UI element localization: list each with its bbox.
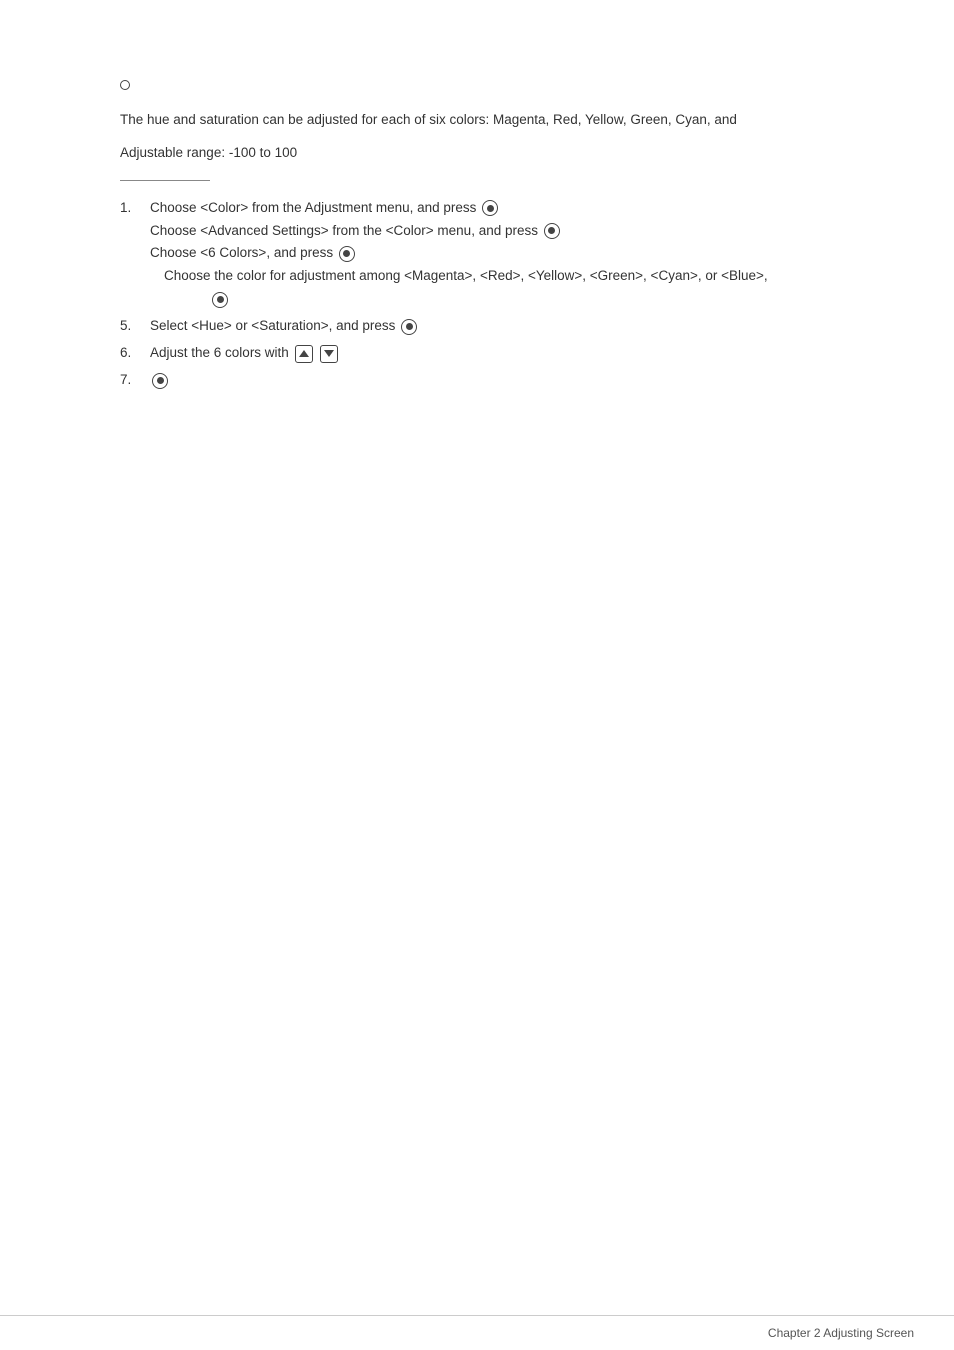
intro-text: The hue and saturation can be adjusted f… xyxy=(120,109,834,131)
step-1-content: Choose <Color> from the Adjustment menu,… xyxy=(150,197,834,312)
footer-chapter-text: Chapter 2 Adjusting Screen xyxy=(768,1326,914,1340)
steps-list: 1. Choose <Color> from the Adjustment me… xyxy=(120,197,834,393)
footer: Chapter 2 Adjusting Screen xyxy=(0,1315,954,1350)
step-7: 7. xyxy=(120,369,834,392)
step-1-line-1: Choose <Color> from the Adjustment menu,… xyxy=(150,197,834,220)
step-5: 5. Select <Hue> or <Saturation>, and pre… xyxy=(120,315,834,338)
step-1-line-3: Choose <6 Colors>, and press xyxy=(150,242,834,265)
step-1-line-5-icon xyxy=(150,288,834,311)
press-icon-2 xyxy=(544,223,560,239)
step-6: 6. Adjust the 6 colors with xyxy=(120,342,834,365)
page-container: The hue and saturation can be adjusted f… xyxy=(0,0,954,476)
step-1: 1. Choose <Color> from the Adjustment me… xyxy=(120,197,834,312)
press-icon-3 xyxy=(339,246,355,262)
step-7-content xyxy=(150,369,834,392)
triangle-up-icon xyxy=(295,345,313,363)
section-divider xyxy=(120,180,210,181)
step-1-number: 1. xyxy=(120,197,150,312)
step-7-number: 7. xyxy=(120,369,150,392)
adjustable-range-text: Adjustable range: -100 to 100 xyxy=(120,145,834,160)
step-5-number: 5. xyxy=(120,315,150,338)
triangle-down-icon xyxy=(320,345,338,363)
step-5-content: Select <Hue> or <Saturation>, and press xyxy=(150,315,834,338)
section-bullet xyxy=(120,80,130,90)
step-6-text: Adjust the 6 colors with xyxy=(150,345,338,360)
press-icon-7 xyxy=(152,373,168,389)
step-6-content: Adjust the 6 colors with xyxy=(150,342,834,365)
press-icon-4 xyxy=(212,292,228,308)
step-6-number: 6. xyxy=(120,342,150,365)
step-5-text: Select <Hue> or <Saturation>, and press xyxy=(150,318,417,333)
press-icon-5 xyxy=(401,319,417,335)
step-1-line-2: Choose <Advanced Settings> from the <Col… xyxy=(150,220,834,243)
step-1-line-4: Choose the color for adjustment among <M… xyxy=(150,265,834,288)
press-icon-1 xyxy=(482,200,498,216)
